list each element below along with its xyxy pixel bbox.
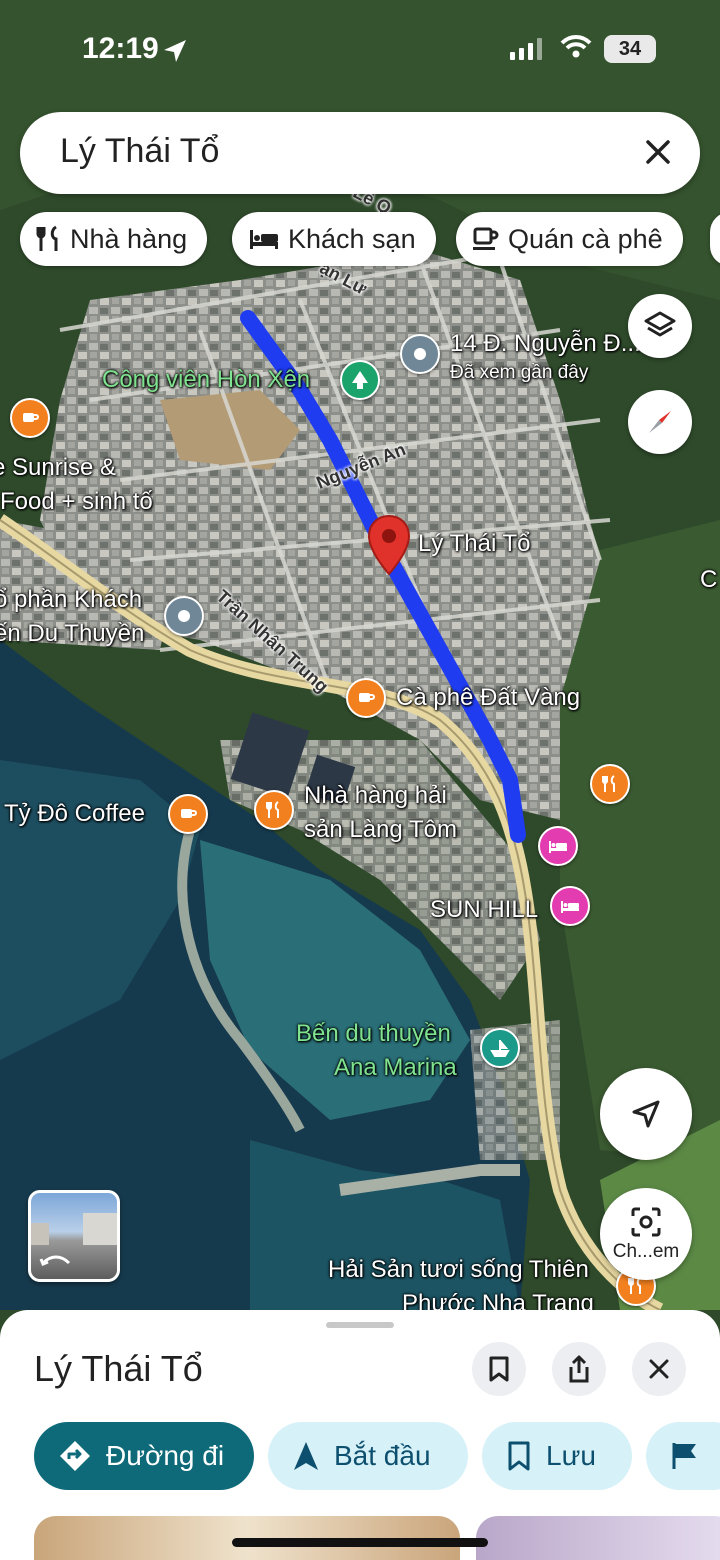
save-label: Lưu (546, 1440, 596, 1471)
restaurant-icon[interactable] (254, 790, 294, 830)
home-indicator[interactable] (232, 1538, 488, 1547)
category-chips: Nhà hàng Khách sạn Quán cà phê (20, 212, 720, 268)
navigation-start-icon (294, 1442, 318, 1470)
close-icon[interactable] (640, 134, 676, 170)
share-button[interactable] (552, 1342, 606, 1396)
camera-search-icon (631, 1207, 661, 1237)
place-label-sun-hill[interactable]: SUN HILL (430, 896, 538, 924)
place-sheet[interactable]: Lý Thái Tổ Đường đi Bắt đầu Lưu (0, 1310, 720, 1560)
chip-more[interactable] (710, 212, 720, 266)
signal-icon (510, 38, 542, 60)
layers-icon (644, 311, 676, 337)
place-label-edge: C (700, 566, 718, 593)
recent-place-icon[interactable] (400, 334, 440, 374)
directions-label: Đường đi (106, 1440, 225, 1471)
sheet-handle[interactable] (326, 1322, 394, 1328)
coffee-icon[interactable] (10, 398, 50, 438)
restaurant-icon[interactable] (590, 764, 630, 804)
location-arrow-icon (164, 40, 186, 62)
coffee-icon[interactable] (346, 678, 386, 718)
bookmark-icon (489, 1356, 509, 1382)
place-title: Lý Thái Tổ (34, 1348, 203, 1389)
coffee-icon (473, 227, 499, 250)
hotel-icon[interactable] (538, 826, 578, 866)
flag-icon (672, 1443, 696, 1469)
battery-indicator: 34 (604, 35, 656, 63)
location-pin-icon[interactable] (366, 514, 412, 581)
lens-button[interactable]: Ch...em (600, 1188, 692, 1280)
hotel-icon[interactable] (550, 886, 590, 926)
status-bar: 12:19 34 (0, 30, 720, 70)
start-button[interactable]: Bắt đầu (268, 1422, 468, 1490)
bookmark-icon (508, 1441, 530, 1471)
chip-label: Quán cà phê (508, 223, 663, 254)
street-view-image (31, 1213, 117, 1266)
place-label-pin[interactable]: Lý Thái Tổ (418, 530, 531, 558)
layers-button[interactable] (628, 294, 692, 358)
photo-thumbnail[interactable] (476, 1516, 720, 1560)
chip-restaurants[interactable]: Nhà hàng (20, 212, 208, 266)
start-label: Bắt đầu (334, 1440, 431, 1471)
share-icon (569, 1355, 589, 1383)
coffee-icon[interactable] (168, 794, 208, 834)
lens-label: Ch...em (612, 1241, 680, 1262)
search-bar[interactable]: Lý Thái Tổ (20, 112, 700, 194)
place-label-khach-2[interactable]: ến Du Thuyền (0, 620, 144, 648)
place-label-ty-do[interactable]: Tỷ Đô Coffee (4, 800, 145, 828)
directions-icon (60, 1441, 90, 1471)
save-action-button[interactable]: Lưu (482, 1422, 632, 1490)
search-input[interactable]: Lý Thái Tổ (60, 132, 219, 171)
place-label-sunrise[interactable]: e Sunrise & (0, 454, 116, 482)
more-actions-button[interactable] (646, 1422, 720, 1490)
place-label-lang-tom[interactable]: Nhà hàng hải (304, 782, 447, 810)
save-button[interactable] (472, 1342, 526, 1396)
close-icon (649, 1359, 669, 1379)
compass-icon (649, 411, 671, 433)
wifi-icon (560, 35, 592, 58)
status-time: 12:19 (82, 32, 159, 65)
tree-icon[interactable] (340, 360, 380, 400)
place-label-marina-2[interactable]: Ana Marina (334, 1054, 457, 1082)
place-label-recent[interactable]: 14 Đ. Nguyễn Đ... (450, 330, 641, 358)
place-label-marina[interactable]: Bến du thuyền (296, 1020, 451, 1048)
place-label-recent-note: Đã xem gần đây (450, 362, 589, 383)
hotel-icon (250, 230, 278, 249)
compass-button[interactable] (628, 390, 692, 454)
place-marker-icon[interactable] (164, 596, 204, 636)
my-location-button[interactable] (600, 1068, 692, 1160)
place-label-park[interactable]: Công viên Hòn Xện (102, 366, 310, 394)
restaurant-icon (36, 225, 58, 251)
chip-label: Nhà hàng (70, 223, 188, 254)
place-label-khach[interactable]: ổ phần Khách (0, 586, 142, 614)
chip-coffee[interactable]: Quán cà phê (456, 212, 683, 266)
street-view-thumbnail[interactable] (28, 1190, 120, 1282)
place-label-cafe-dat-vang[interactable]: Cà phê Đất Vàng (396, 684, 580, 712)
boat-icon[interactable] (480, 1028, 520, 1068)
directions-button[interactable]: Đường đi (34, 1422, 254, 1490)
close-button[interactable] (632, 1342, 686, 1396)
chip-hotels[interactable]: Khách sạn (232, 212, 436, 266)
place-label-sunrise-2[interactable]: Food + sinh tố (0, 488, 153, 516)
navigation-arrow-icon (632, 1100, 660, 1128)
place-label-lang-tom-2[interactable]: sản Làng Tôm (304, 816, 457, 844)
chip-label: Khách sạn (288, 223, 416, 254)
place-label-hai-san[interactable]: Hải Sản tươi sống Thiên (328, 1256, 589, 1284)
